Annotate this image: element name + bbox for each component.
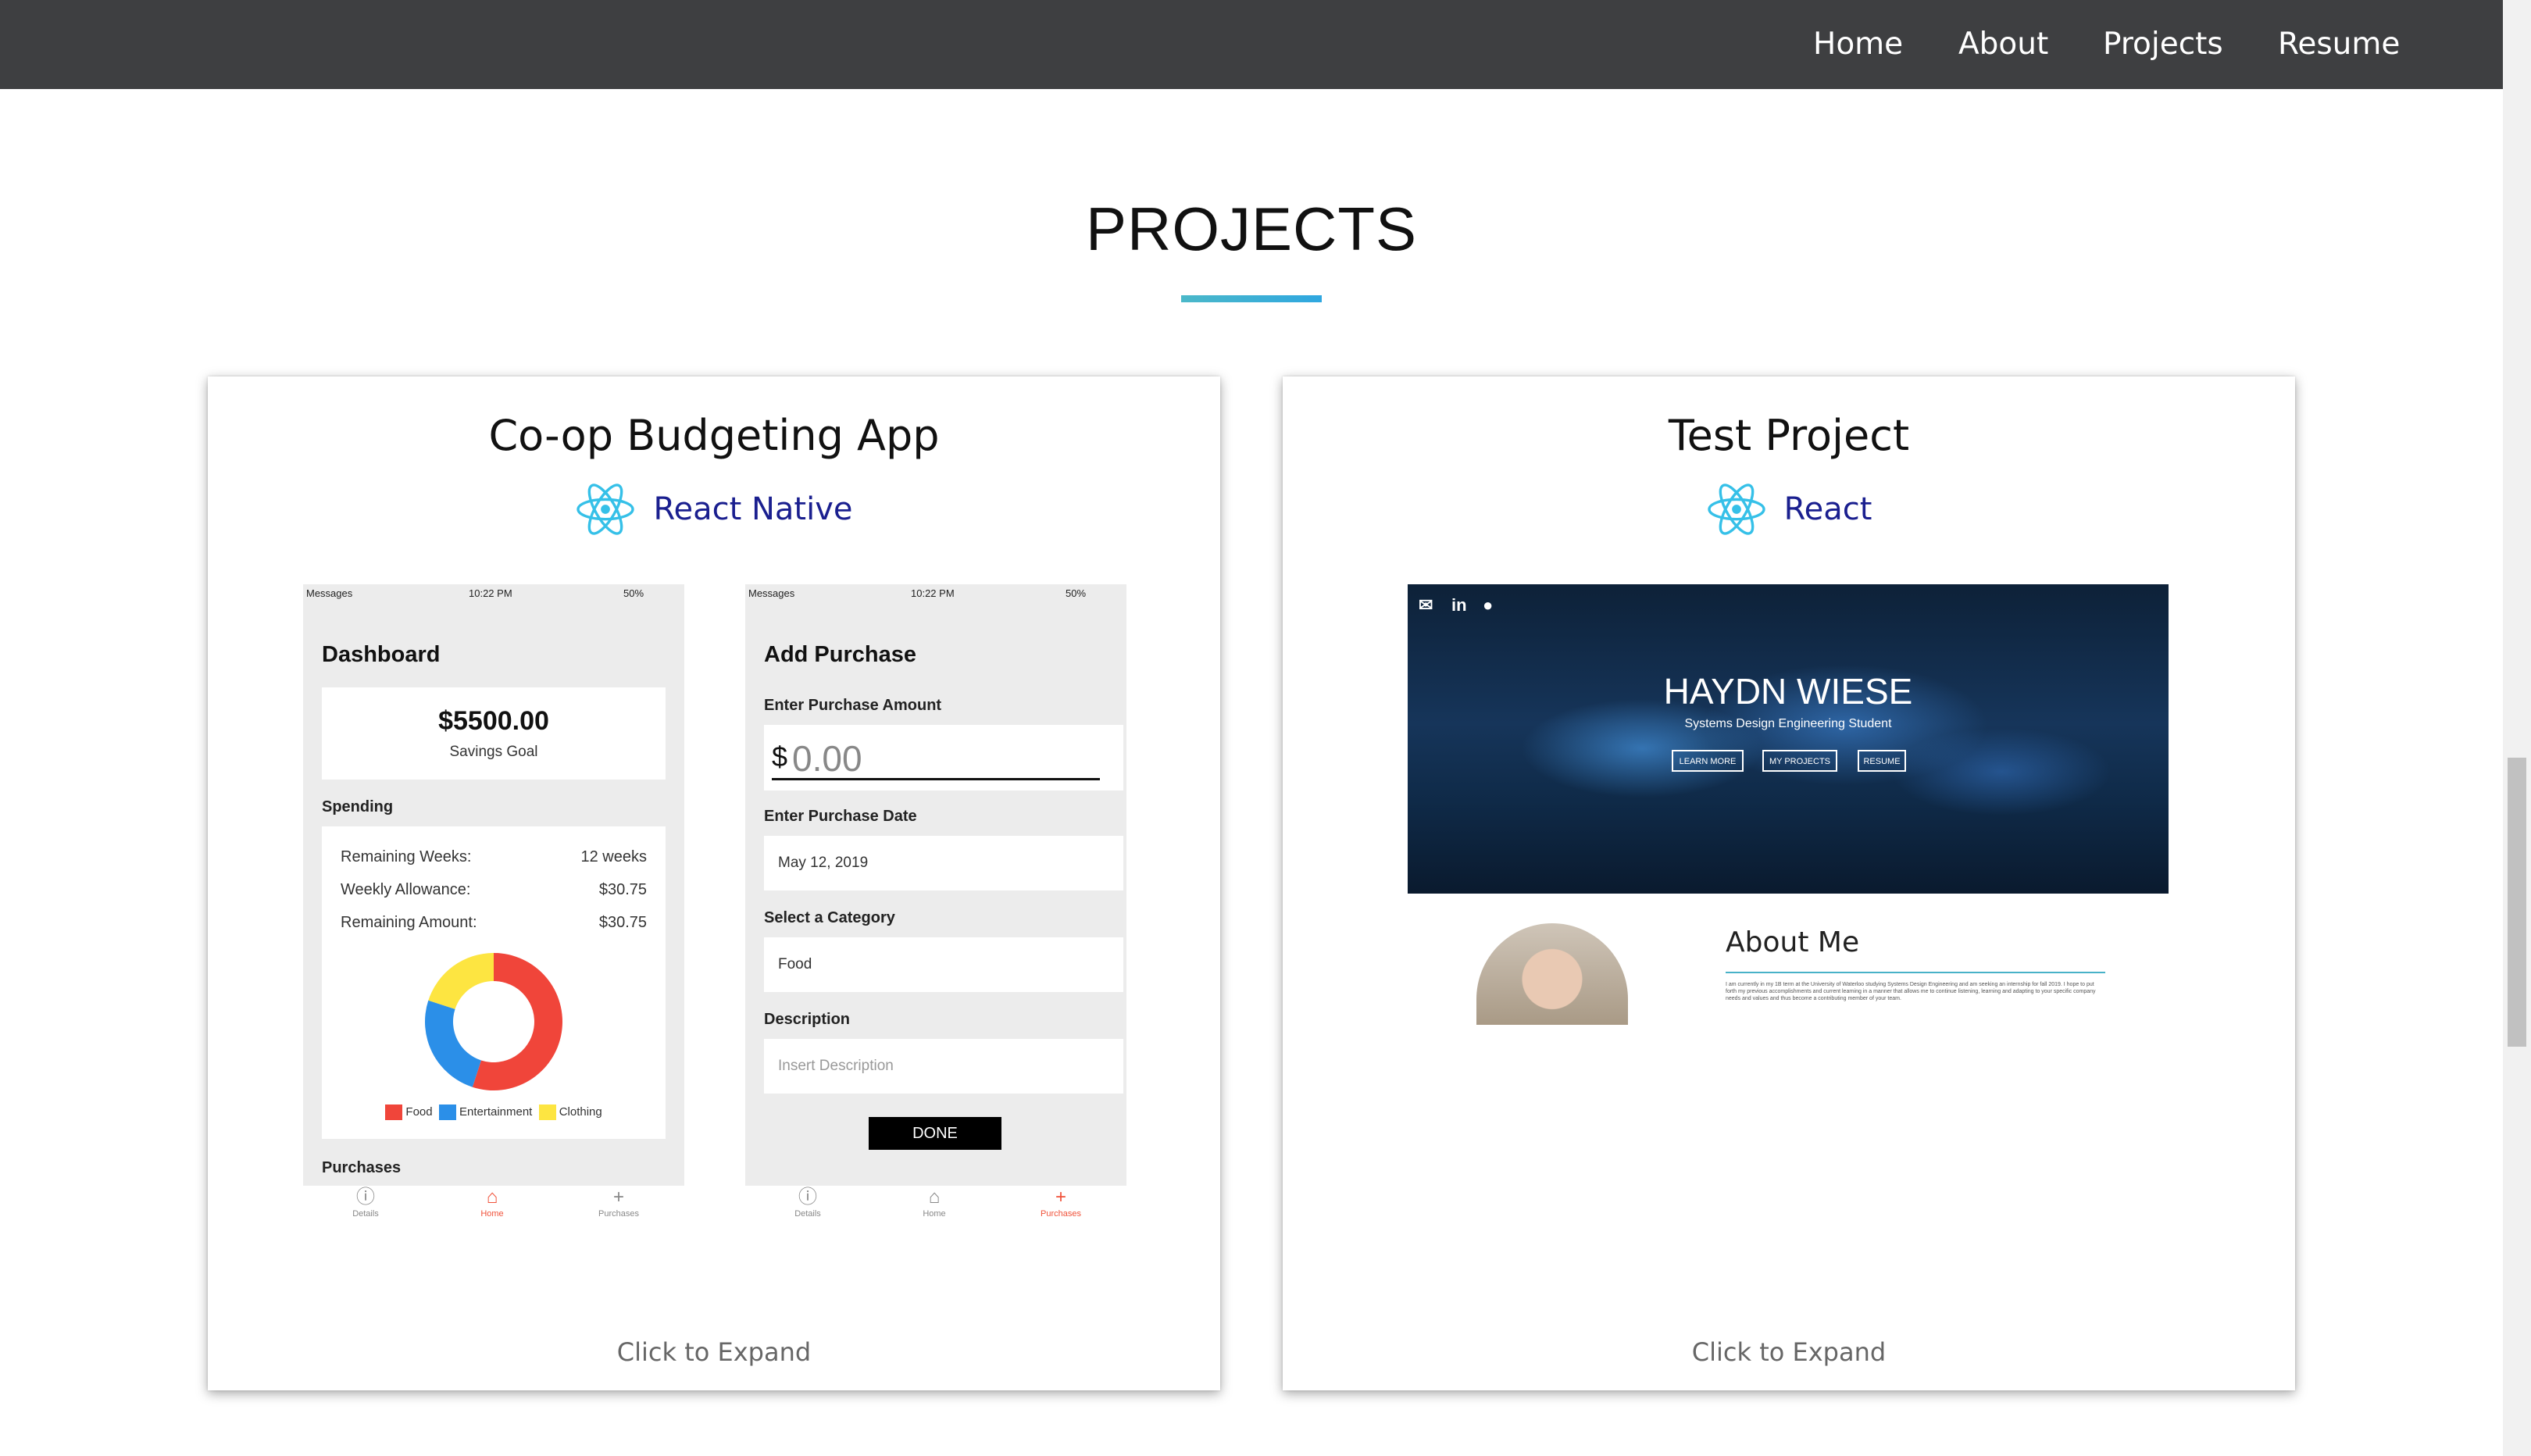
info-icon: ⓘ [798, 1187, 817, 1208]
title-underline [1181, 295, 1322, 302]
info-icon: ⓘ [356, 1187, 375, 1208]
purchases-label: Purchases [322, 1159, 402, 1176]
project-card-test[interactable]: Test Project React ✉ in ● HAYDN WIESE Sy… [1283, 376, 2295, 1390]
done-button[interactable]: DONE [869, 1117, 1001, 1150]
click-to-expand[interactable]: Click to Expand [1283, 1337, 2295, 1367]
add-purchase-screenshot: Messages 10:22 PM 50% Add Purchase Enter… [745, 584, 1126, 1217]
date-label: Enter Purchase Date [764, 808, 917, 825]
project-title: Test Project [1668, 411, 1910, 460]
donut-legend: Food Entertainment Clothing [322, 1104, 666, 1120]
amount-placeholder: 0.00 [792, 738, 862, 779]
dashboard-screenshot: Messages 10:22 PM 50% Dashboard $5500.00… [303, 584, 684, 1217]
project-card-budgeting[interactable]: Co-op Budgeting App React Native Message… [208, 376, 1220, 1390]
legend-label: Food [405, 1104, 433, 1119]
click-to-expand[interactable]: Click to Expand [208, 1337, 1220, 1367]
spending-card: Remaining Weeks: 12 weeks Weekly Allowan… [322, 826, 666, 1139]
nav-resume-link[interactable]: Resume [2278, 0, 2400, 89]
amount-field[interactable]: $ 0.00 [764, 725, 1123, 790]
hero-subtitle: Systems Design Engineering Student [1684, 717, 1892, 730]
profile-photo [1476, 923, 1628, 1025]
scrollbar-thumb[interactable] [2508, 758, 2526, 1047]
tech-row: React Native [208, 478, 1220, 541]
tab-purchases[interactable]: + Purchases [572, 1186, 666, 1219]
row-label: Remaining Amount: [341, 914, 477, 931]
tech-row: React [1283, 478, 2295, 541]
tab-purchases[interactable]: + Purchases [1014, 1186, 1108, 1219]
description-field[interactable]: Insert Description [764, 1039, 1123, 1094]
plus-icon: + [612, 1187, 624, 1208]
row-label: Remaining Weeks: [341, 848, 472, 865]
status-carrier: Messages [306, 587, 353, 599]
row-label: Weekly Allowance: [341, 881, 471, 898]
description-placeholder: Insert Description [778, 1058, 894, 1074]
tech-label: React [1783, 491, 1872, 527]
resume-button: RESUME [1858, 750, 1906, 772]
legend-swatch-entertainment [438, 1104, 456, 1120]
nav-about-link[interactable]: About [1958, 0, 2048, 89]
linkedin-icon: in [1451, 595, 1467, 615]
status-time: 10:22 PM [911, 587, 955, 599]
amount-underline [772, 778, 1100, 780]
goal-amount: $5500.00 [438, 706, 549, 736]
status-battery: 50% [1066, 587, 1087, 599]
section-title: PROJECTS [1085, 194, 1418, 263]
mail-icon: ✉ [1419, 595, 1433, 615]
about-me-underline [1726, 972, 2105, 973]
donut-slice-clothing [428, 953, 494, 1009]
learn-more-button: LEARN MORE [1672, 750, 1744, 772]
hero-name: HAYDN WIESE [1663, 671, 1913, 712]
tab-bar: ⓘ Details ⌂ Home + Purchases [303, 1186, 684, 1234]
amount-label: Enter Purchase Amount [764, 697, 942, 714]
github-icon: ● [1483, 595, 1494, 615]
nav-home-link[interactable]: Home [1813, 0, 1903, 89]
savings-goal-card: $5500.00 Savings Goal [322, 687, 666, 780]
project-title: Co-op Budgeting App [488, 411, 940, 460]
status-bar: Messages 10:22 PM 50% [303, 584, 684, 603]
top-navbar: Home About Projects Resume [0, 0, 2503, 89]
status-battery: 50% [623, 587, 644, 599]
legend-swatch-clothing [538, 1104, 556, 1120]
tab-details[interactable]: ⓘ Details [319, 1186, 412, 1219]
tab-bar: ⓘ Details ⌂ Home + Purchases [745, 1186, 1126, 1234]
screen-title: Add Purchase [764, 642, 916, 667]
legend-label: Clothing [559, 1104, 602, 1119]
about-me-title: About Me [1726, 926, 1860, 958]
react-icon [1707, 484, 1765, 535]
row-value: $30.75 [598, 881, 647, 898]
screen-title: Dashboard [322, 642, 441, 667]
website-preview-hero: ✉ in ● HAYDN WIESE Systems Design Engine… [1408, 584, 2169, 894]
date-value: May 12, 2019 [778, 855, 869, 871]
status-carrier: Messages [748, 587, 795, 599]
react-icon [577, 484, 635, 535]
donut-slice-entertainment [425, 1000, 481, 1087]
category-label: Select a Category [764, 909, 895, 926]
description-label: Description [764, 1011, 851, 1028]
home-icon: ⌂ [486, 1187, 498, 1208]
tab-details[interactable]: ⓘ Details [761, 1186, 855, 1219]
spending-label: Spending [322, 798, 394, 815]
category-select[interactable]: Food [764, 937, 1123, 992]
currency-symbol: $ [772, 740, 788, 773]
row-value: $30.75 [598, 914, 647, 931]
scrollbar-track[interactable] [2503, 0, 2531, 1456]
home-icon: ⌂ [928, 1187, 941, 1208]
tech-label: React Native [653, 491, 853, 527]
status-bar: Messages 10:22 PM 50% [745, 584, 1126, 603]
legend-label: Entertainment [459, 1104, 533, 1119]
category-value: Food [778, 956, 812, 972]
date-field[interactable]: May 12, 2019 [764, 836, 1123, 890]
about-me-text: I am currently in my 1B term at the Univ… [1726, 982, 2096, 1001]
tab-home[interactable]: ⌂ Home [887, 1186, 981, 1219]
row-value: 12 weeks [580, 848, 648, 865]
goal-label: Savings Goal [449, 744, 538, 760]
status-time: 10:22 PM [469, 587, 512, 599]
legend-swatch-food [385, 1104, 403, 1120]
nav-projects-link[interactable]: Projects [2103, 0, 2223, 89]
my-projects-button: MY PROJECTS [1762, 750, 1837, 772]
spending-donut-chart [425, 953, 562, 1090]
plus-icon: + [1055, 1187, 1066, 1208]
tab-home[interactable]: ⌂ Home [445, 1186, 539, 1219]
